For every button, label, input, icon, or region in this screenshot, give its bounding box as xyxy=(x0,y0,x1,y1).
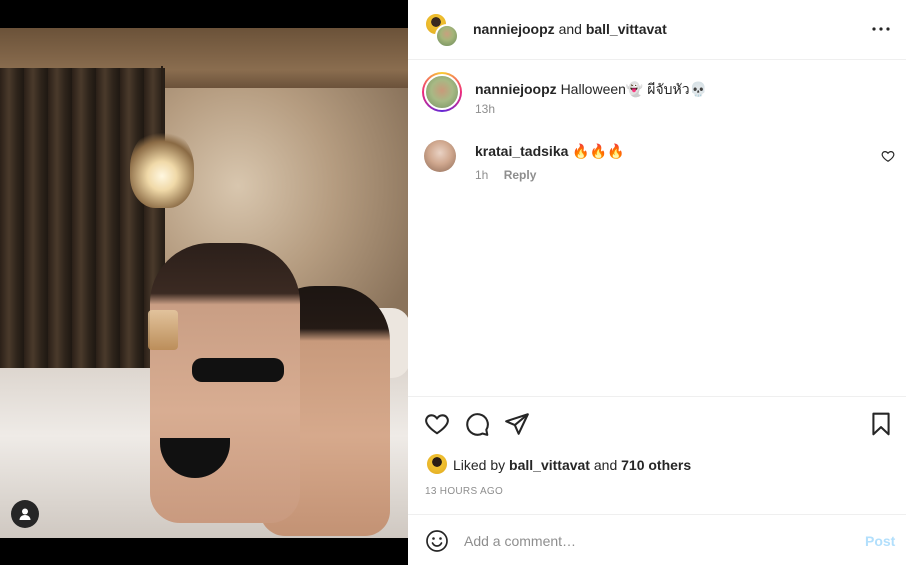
post-timestamp[interactable]: 13 HOURS AGO xyxy=(425,486,503,497)
likes-text: Liked by ball_vittavat and 710 others xyxy=(453,457,691,473)
header-usernames: nanniejoopz and ball_vittavat xyxy=(473,21,667,37)
heart-icon[interactable] xyxy=(424,411,450,437)
post-button[interactable]: Post xyxy=(865,533,895,549)
caption-username[interactable]: nanniejoopz xyxy=(475,81,557,97)
user-tag-icon[interactable] xyxy=(11,500,39,528)
photo-lamp xyxy=(130,128,194,208)
avatar[interactable] xyxy=(422,72,462,112)
comment-username[interactable]: kratai_tadsika xyxy=(475,143,568,159)
caption-time: 13h xyxy=(475,102,496,116)
likes-middle: and xyxy=(593,457,618,473)
caption-text: Halloween👻 ผีจับหัว💀 xyxy=(560,81,708,97)
avatar[interactable] xyxy=(427,454,447,474)
likes-others-link[interactable]: 710 others xyxy=(621,457,691,473)
photo-person-left xyxy=(150,243,300,523)
likes-prefix: Liked by xyxy=(453,457,506,473)
action-bar xyxy=(408,396,906,452)
bookmark-icon[interactable] xyxy=(868,411,894,437)
header-user1-link[interactable]: nanniejoopz xyxy=(473,21,555,37)
photo-lamp-wire xyxy=(161,66,163,130)
comment-meta: 1h Reply xyxy=(475,168,548,182)
likes-summary: Liked by ball_vittavat and 710 others xyxy=(408,452,906,478)
photo-swimwear-top xyxy=(192,358,284,382)
post-panel: nanniejoopz and ball_vittavat nanniejoop… xyxy=(408,0,906,565)
comment-reply-button[interactable]: Reply xyxy=(504,168,537,182)
emoji-icon[interactable] xyxy=(425,529,449,553)
photo-curtain xyxy=(0,68,165,408)
avatar xyxy=(435,24,459,48)
post-header: nanniejoopz and ball_vittavat xyxy=(408,0,906,60)
comment-like-heart-icon[interactable] xyxy=(881,149,895,163)
more-horizontal-icon[interactable] xyxy=(870,18,892,40)
post-media[interactable] xyxy=(0,0,408,565)
header-conjunction: and xyxy=(558,21,582,37)
avatar[interactable] xyxy=(424,140,456,172)
send-icon[interactable] xyxy=(504,411,530,437)
comment-icon[interactable] xyxy=(464,411,490,437)
comment-time: 1h xyxy=(475,168,489,182)
comment-text: 🔥🔥🔥 xyxy=(572,143,625,159)
comment-input[interactable] xyxy=(464,531,844,551)
add-comment-bar: Post xyxy=(408,514,906,565)
header-avatars[interactable] xyxy=(424,12,460,48)
post-photo xyxy=(0,28,408,538)
caption-text-line: nanniejoopz Halloween👻 ผีจับหัว💀 xyxy=(475,79,707,101)
header-user2-link[interactable]: ball_vittavat xyxy=(586,21,667,37)
comment-item: kratai_tadsika 🔥🔥🔥 1h Reply xyxy=(408,130,906,190)
photo-glass xyxy=(148,310,178,350)
likes-user-link[interactable]: ball_vittavat xyxy=(509,457,590,473)
comment-text-line: kratai_tadsika 🔥🔥🔥 xyxy=(475,143,625,160)
